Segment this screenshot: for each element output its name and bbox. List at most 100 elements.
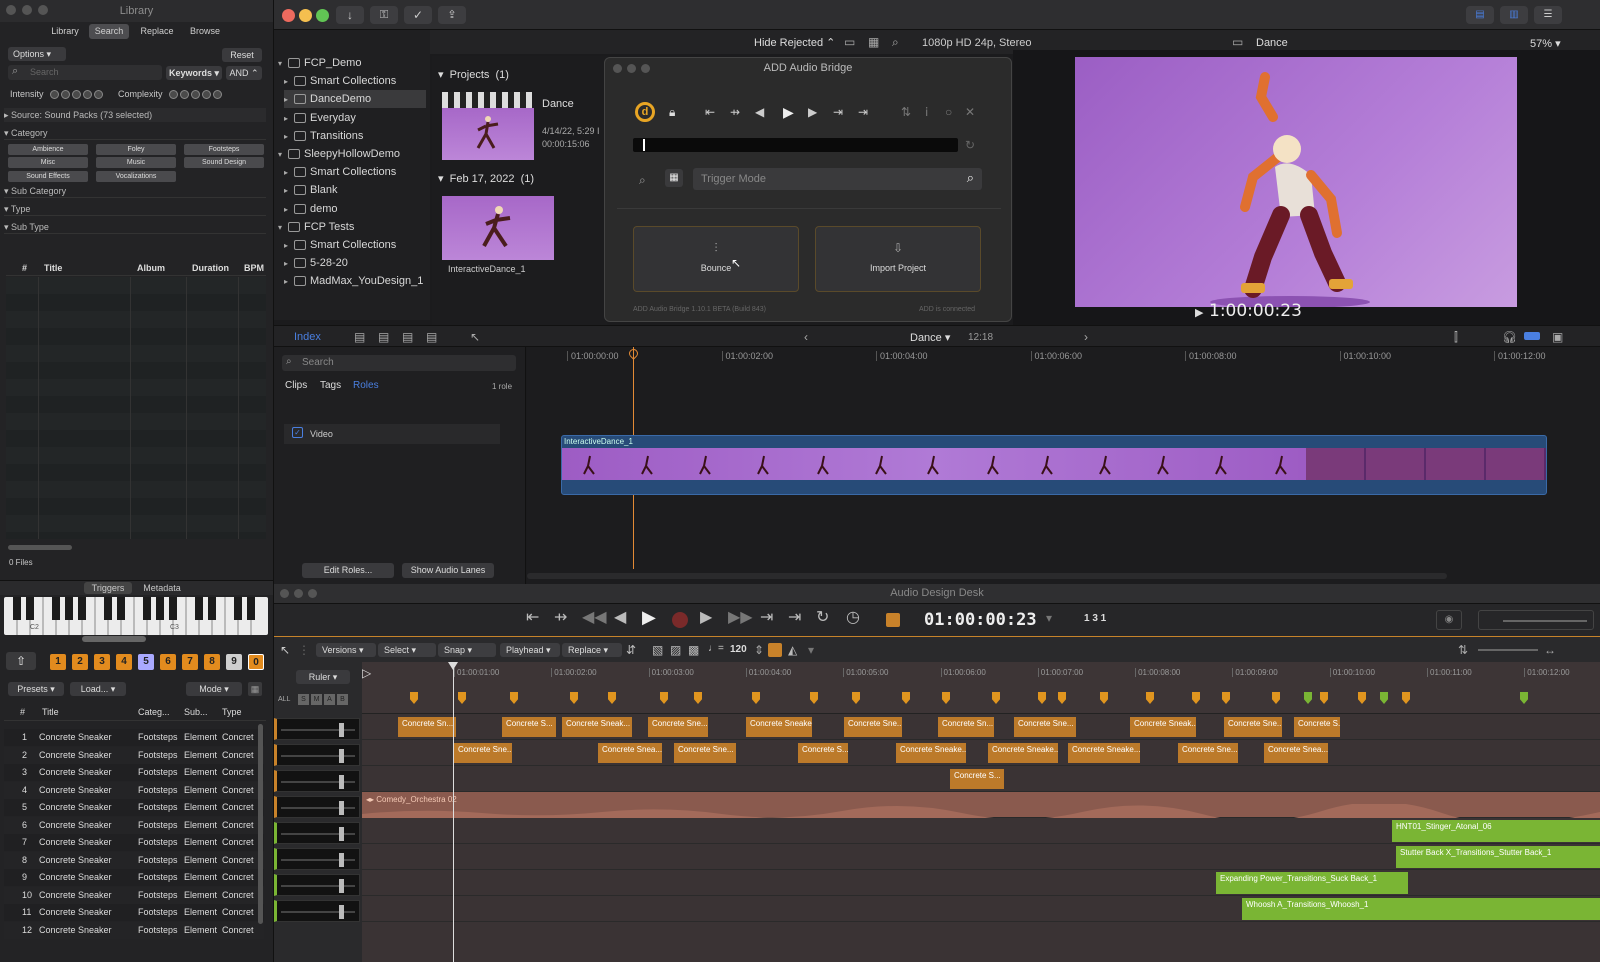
library-results-table[interactable] xyxy=(6,277,266,539)
category-sound-effects[interactable]: Sound Effects xyxy=(8,171,88,182)
playhead-handle-icon[interactable] xyxy=(627,347,640,360)
hide-rejected-dropdown[interactable]: Hide Rejected ⌃ xyxy=(754,36,835,49)
master-meter[interactable] xyxy=(1478,610,1594,630)
disclosure-icon[interactable]: ▸ xyxy=(284,91,294,109)
clip-thumbnail[interactable] xyxy=(442,196,554,260)
green-clip-stinger[interactable]: HNT01_Stinger_Atonal_06 xyxy=(1392,820,1600,842)
sync-icon[interactable]: ⇅ xyxy=(901,105,911,119)
index-search-field[interactable]: ⌕ Search xyxy=(282,355,516,371)
browser-item[interactable]: ▸ MadMax_YouDesign_1 xyxy=(284,272,426,290)
trigger-key-2[interactable]: 2 xyxy=(72,654,88,670)
step-back-icon[interactable]: ◀ xyxy=(614,610,626,626)
filmstrip-icon[interactable]: ▦ xyxy=(868,35,879,49)
settings-icon[interactable]: ◉ xyxy=(1436,610,1462,630)
category-foley[interactable]: Foley xyxy=(96,144,176,155)
browser-layout-icon[interactable]: ▤ xyxy=(1466,6,1494,24)
project-thumbnail[interactable] xyxy=(442,108,534,160)
desk-ruler[interactable]: 01:00:01:00 01:00:02:00 01:00:03:00 01:00:0… xyxy=(362,662,1600,684)
track-fader[interactable] xyxy=(274,848,360,870)
step-forward-icon[interactable]: ▶ xyxy=(700,610,712,626)
layers-tool-icon[interactable]: ▩ xyxy=(688,643,699,657)
piano-keys[interactable] xyxy=(4,597,268,635)
trigger-col-category[interactable]: Categ... xyxy=(138,707,170,717)
keywords-icon[interactable]: ⚿ xyxy=(370,6,398,24)
intensity-control[interactable]: Intensity xyxy=(10,89,105,100)
type-section[interactable]: ▾ Type xyxy=(4,202,266,216)
timeline-layout-icon[interactable]: ▥ xyxy=(1500,6,1528,24)
tab-search[interactable]: Search xyxy=(89,24,129,39)
refresh-icon[interactable]: ↻ xyxy=(965,138,975,152)
tab-library[interactable]: Library xyxy=(45,24,85,39)
step-forward-icon[interactable]: ▶ xyxy=(808,105,817,119)
presets-dropdown[interactable]: Presets ▾ xyxy=(8,682,64,696)
sound-clip[interactable]: Concrete Sneak... xyxy=(1130,717,1196,737)
trigger-key-8[interactable]: 8 xyxy=(204,654,220,670)
trigger-row[interactable]: 7 Concrete Sneaker Footsteps Element Concret xyxy=(4,834,264,851)
browser-item[interactable]: ▸ Transitions xyxy=(284,127,426,145)
sound-clip[interactable]: Concrete Sneake... xyxy=(746,717,812,737)
insert-clip-icon[interactable]: ▤ xyxy=(378,330,389,344)
zoom-window-button[interactable] xyxy=(38,5,48,15)
trigger-marker-icon[interactable] xyxy=(458,692,466,704)
share-icon[interactable]: ⇪ xyxy=(438,6,466,24)
col-title[interactable]: Title xyxy=(44,263,62,273)
horizontal-zoom-icon[interactable]: ↔ xyxy=(1544,643,1556,657)
sound-clip[interactable]: Concrete Sn... xyxy=(398,717,456,737)
trigger-row[interactable]: 1 Concrete Sneaker Footsteps Element Concret xyxy=(4,729,264,746)
sound-clip[interactable]: Concrete S... xyxy=(798,743,848,763)
versions-dropdown[interactable]: Versions ▾ xyxy=(316,643,376,657)
vertical-zoom-icon[interactable]: ⇅ xyxy=(1458,643,1468,657)
sound-clip[interactable]: Concrete S... xyxy=(950,769,1004,789)
trigger-marker-icon[interactable] xyxy=(1358,692,1366,704)
sound-clip[interactable]: Concrete Sne... xyxy=(648,717,708,737)
trigger-row[interactable]: 3 Concrete Sneaker Footsteps Element Concret xyxy=(4,764,264,781)
sound-clip[interactable]: Concrete Sne... xyxy=(1014,717,1076,737)
browser-item[interactable]: ▸ DanceDemo xyxy=(284,90,426,109)
bypass-button[interactable]: B xyxy=(337,694,348,705)
bridge-playhead[interactable] xyxy=(643,139,645,151)
browser-item[interactable]: ▸ Everyday xyxy=(284,109,426,127)
tab-browse[interactable]: Browse xyxy=(183,24,227,39)
trigger-row[interactable]: 4 Concrete Sneaker Footsteps Element Concret xyxy=(4,781,264,799)
sub-category-section[interactable]: ▾ Sub Category xyxy=(4,184,266,198)
trigger-key-6[interactable]: 6 xyxy=(160,654,176,670)
fast-forward-icon[interactable]: ▶▶ xyxy=(728,610,753,626)
sound-clip[interactable]: Concrete Sne... xyxy=(454,743,512,763)
mode-dropdown[interactable]: Mode ▾ xyxy=(186,682,242,696)
trigger-col-title[interactable]: Title xyxy=(42,707,59,717)
append-clip-icon[interactable]: ▤ xyxy=(354,330,365,344)
intensity-dot[interactable] xyxy=(50,90,60,100)
disclosure-icon[interactable]: ▸ xyxy=(284,201,294,219)
trigger-scrollbar[interactable] xyxy=(258,724,263,924)
track-fader[interactable] xyxy=(274,900,360,922)
timeline-project-dropdown[interactable]: Dance ▾ xyxy=(910,331,950,344)
metronome-toggle-icon[interactable] xyxy=(768,643,782,657)
trigger-key-0[interactable]: 0 xyxy=(248,654,264,670)
sound-clip[interactable]: Concrete Sne... xyxy=(844,717,902,737)
trigger-marker-icon[interactable] xyxy=(902,692,910,704)
play-icon[interactable]: ▶ xyxy=(642,608,656,626)
overwrite-clip-icon[interactable]: ▤ xyxy=(402,330,413,344)
intensity-dot[interactable] xyxy=(94,90,104,100)
marker-lane[interactable] xyxy=(362,684,1600,714)
role-checkbox[interactable]: ✓ xyxy=(292,427,303,438)
category-ambience[interactable]: Ambience xyxy=(8,144,88,155)
minimize-window-button[interactable] xyxy=(299,9,312,22)
inspector-layout-icon[interactable]: ☰ xyxy=(1534,6,1562,24)
replace-dropdown[interactable]: Replace ▾ xyxy=(562,643,622,657)
browser-item[interactable]: ▾ FCP Tests xyxy=(278,218,426,236)
disclosure-icon[interactable]: ▾ xyxy=(278,146,288,164)
viewer-play-icon[interactable]: ▶ xyxy=(1195,306,1203,319)
trigger-key-9[interactable]: 9 xyxy=(226,654,242,670)
solo-button[interactable]: S xyxy=(298,694,309,705)
source-section[interactable]: ▸ Source: Sound Packs (73 selected) xyxy=(4,108,266,122)
record-icon[interactable] xyxy=(672,612,688,628)
trigger-marker-icon[interactable] xyxy=(660,692,668,704)
sound-clip[interactable]: Concrete Snea... xyxy=(1264,743,1328,763)
trigger-marker-green-icon[interactable] xyxy=(1304,692,1312,704)
show-audio-lanes-button[interactable]: Show Audio Lanes xyxy=(402,563,494,578)
disclosure-icon[interactable]: ▸ xyxy=(284,237,294,255)
close-window-button[interactable] xyxy=(282,9,295,22)
edit-roles-button[interactable]: Edit Roles... xyxy=(302,563,394,578)
trigger-row[interactable]: 6 Concrete Sneaker Footsteps Element Concret xyxy=(4,816,264,834)
